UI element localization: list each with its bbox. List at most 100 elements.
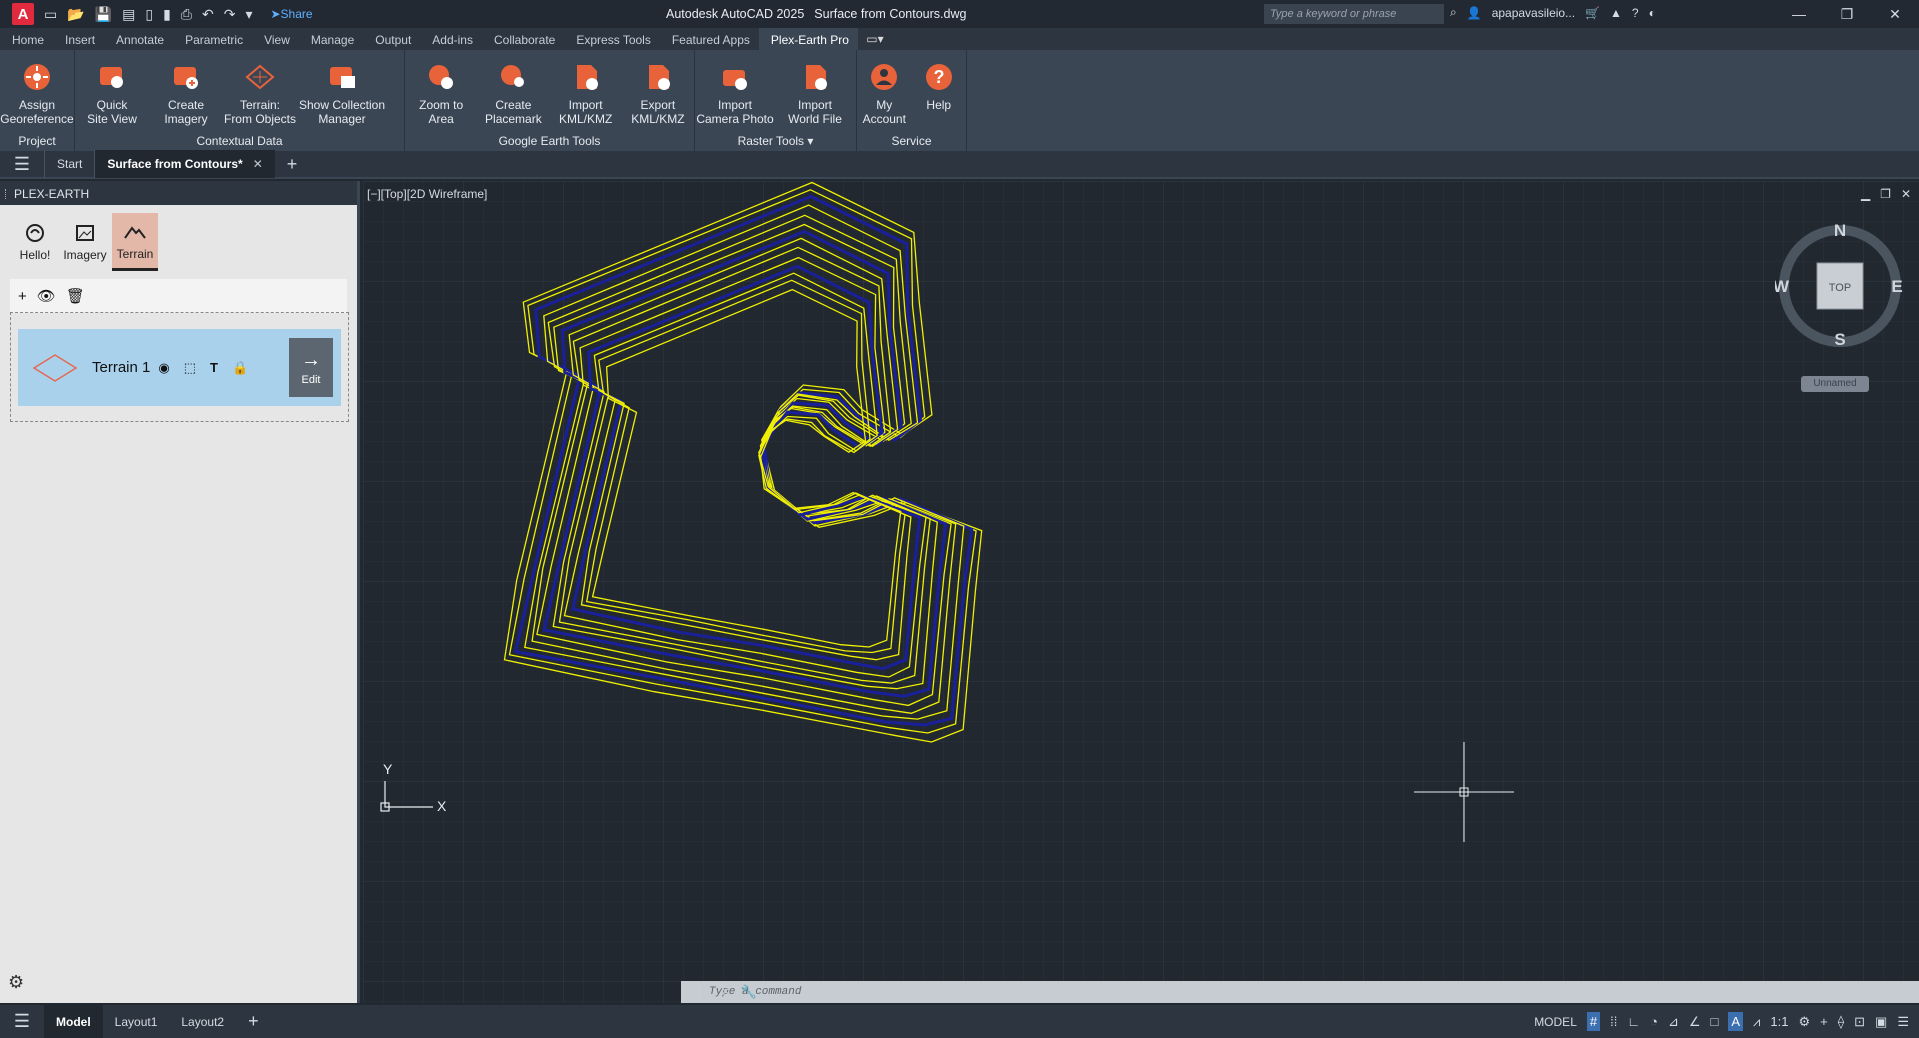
palette-tab-hello[interactable]: Hello!	[12, 213, 58, 271]
ribbon-options-icon[interactable]: ▭▾	[858, 28, 892, 50]
palette-tab-terrain[interactable]: Terrain	[112, 213, 158, 271]
search-input[interactable]: Type a keyword or phrase	[1264, 4, 1444, 24]
ribbon-tab-collaborate[interactable]: Collaborate	[482, 28, 564, 50]
eye-icon[interactable]: ◉	[158, 360, 169, 376]
user-name[interactable]: apapavasileio...	[1492, 6, 1575, 20]
import-kml-button[interactable]: Import KML/KMZ	[550, 50, 622, 131]
import-camera-photo-button[interactable]: Import Camera Photo	[695, 50, 775, 131]
compass-n[interactable]: N	[1834, 221, 1846, 240]
layout-menu-icon[interactable]: ☰	[0, 1011, 44, 1032]
plot-icon[interactable]: ▮	[163, 6, 171, 23]
export-kml-button[interactable]: Export KML/KMZ	[622, 50, 694, 131]
workspace-gear-icon[interactable]: ⚙	[1798, 1014, 1810, 1030]
minimize-icon[interactable]: —	[1775, 0, 1823, 28]
compass-e[interactable]: E	[1891, 277, 1902, 296]
settings-gear-icon[interactable]: ⚙	[8, 972, 24, 993]
ribbon-tab-output[interactable]: Output	[363, 28, 420, 50]
annotation-visibility-icon[interactable]: A	[1728, 1012, 1744, 1031]
ribbon-tab-express-tools[interactable]: Express Tools	[564, 28, 659, 50]
drawing-viewport[interactable]: Y X [−][Top][2D Wireframe] ▁ ❐ ✕ TOP N S…	[363, 181, 1919, 1003]
lock-icon[interactable]: 🔒	[232, 360, 248, 376]
open-icon[interactable]: 📂	[67, 6, 84, 23]
save-icon[interactable]: 💾	[95, 6, 112, 23]
vp-restore-icon[interactable]: ❐	[1880, 187, 1891, 201]
search-icon[interactable]: ⌕	[1450, 5, 1457, 20]
ucs-dropdown[interactable]: Unnamed	[1801, 376, 1869, 392]
ortho-icon[interactable]: ∟	[1627, 1014, 1640, 1029]
ribbon-tab-view[interactable]: View	[252, 28, 299, 50]
add-icon[interactable]: +	[18, 288, 27, 305]
new-icon[interactable]: ▭	[44, 6, 57, 23]
share-button[interactable]: ➤Share	[270, 7, 312, 21]
command-close-icon[interactable]: ✕	[720, 984, 731, 1000]
polar-icon[interactable]: ◔	[1650, 1014, 1658, 1029]
units-icon[interactable]: ⟠	[1838, 1014, 1844, 1030]
selection-cycling-icon[interactable]: □	[1711, 1014, 1719, 1029]
ribbon-tab-insert[interactable]: Insert	[53, 28, 104, 50]
annotation-monitor-icon[interactable]: +	[1820, 1014, 1828, 1029]
command-customize-icon[interactable]: 🔧	[741, 984, 757, 1000]
ribbon-tab-annotate[interactable]: Annotate	[104, 28, 173, 50]
ribbon-tab-add-ins[interactable]: Add-ins	[420, 28, 482, 50]
hamburger-menu-icon[interactable]: ☰	[0, 154, 44, 175]
customization-icon[interactable]: ☰	[1897, 1014, 1909, 1030]
cart-icon[interactable]: 🛒	[1585, 6, 1600, 20]
isolate-objects-icon[interactable]: ▣	[1875, 1014, 1887, 1030]
open-web-icon[interactable]: ▯	[145, 6, 153, 23]
layout-tab-layout1[interactable]: Layout1	[103, 1005, 170, 1038]
vp-minimize-icon[interactable]: ▁	[1861, 187, 1870, 201]
import-world-file-button[interactable]: Import World File	[775, 50, 855, 131]
autodesk-icon[interactable]: ▲	[1610, 6, 1622, 20]
delete-icon[interactable]: 🗑	[66, 287, 85, 305]
terrain-from-objects-button[interactable]: Terrain: From Objects	[223, 50, 297, 131]
compass-s[interactable]: S	[1834, 330, 1845, 349]
grid-icon[interactable]: #	[1586, 1012, 1601, 1031]
undo-icon[interactable]: ↶	[202, 6, 214, 23]
annotation-scale[interactable]: 1:1	[1770, 1014, 1788, 1029]
print-icon[interactable]: ⎙	[181, 6, 192, 23]
viewport-controls-label[interactable]: [−][Top][2D Wireframe]	[367, 187, 487, 201]
command-line[interactable]: Type a command ▲	[681, 981, 1919, 1003]
autocad-logo-icon[interactable]: A	[12, 3, 34, 25]
add-layout-icon[interactable]: +	[236, 1005, 271, 1038]
vp-close-icon[interactable]: ✕	[1901, 187, 1911, 201]
save-as-icon[interactable]: ▤	[122, 6, 135, 23]
zoom-to-area-button[interactable]: Zoom to Area	[405, 50, 477, 131]
my-account-button[interactable]: My Account	[857, 50, 912, 131]
compass-w[interactable]: W	[1775, 277, 1790, 296]
show-collection-manager-button[interactable]: Show Collection Manager	[297, 50, 387, 131]
help-icon[interactable]: ?	[1632, 6, 1639, 20]
command-grip-icon[interactable]: ⋮	[697, 984, 710, 1000]
restore-icon[interactable]: ❐	[1823, 0, 1871, 28]
help-button[interactable]: ? Help	[912, 50, 967, 131]
redo-icon[interactable]: ↷	[224, 6, 236, 23]
terrain-item[interactable]: Terrain 1 ◉ ⬚ T 🔒 → Edit	[18, 329, 341, 406]
new-tab-icon[interactable]: +	[275, 154, 310, 175]
model-space-toggle[interactable]: MODEL	[1534, 1015, 1577, 1029]
user-icon[interactable]: 👤	[1467, 6, 1482, 20]
edit-button[interactable]: → Edit	[289, 338, 333, 397]
tab-start[interactable]: Start	[44, 150, 94, 178]
osnap-icon[interactable]: ⊿	[1668, 1014, 1679, 1030]
layout-tab-model[interactable]: Model	[44, 1005, 103, 1038]
text-icon[interactable]: T	[210, 360, 218, 375]
ribbon-tab-parametric[interactable]: Parametric	[173, 28, 252, 50]
quick-site-view-button[interactable]: Quick Site View	[75, 50, 149, 131]
assign-georeference-button[interactable]: Assign Georeference	[0, 50, 74, 131]
zoom-extents-icon[interactable]: ⬚	[184, 360, 196, 376]
ribbon-tab-featured-apps[interactable]: Featured Apps	[660, 28, 759, 50]
palette-tab-imagery[interactable]: Imagery	[62, 213, 108, 271]
layout-tab-layout2[interactable]: Layout2	[169, 1005, 236, 1038]
quick-properties-icon[interactable]: ⊡	[1854, 1014, 1865, 1030]
create-imagery-button[interactable]: Create Imagery	[149, 50, 223, 131]
visibility-icon[interactable]: 👁	[37, 287, 56, 305]
snap-icon[interactable]: ⁞⁞	[1610, 1014, 1617, 1029]
create-placemark-button[interactable]: Create Placemark	[477, 50, 549, 131]
panel-title-raster[interactable]: Raster Tools ▾	[695, 131, 856, 151]
otrack-icon[interactable]: ∠	[1689, 1014, 1701, 1030]
qat-dropdown-icon[interactable]: ▾	[245, 6, 252, 23]
viewcube[interactable]: TOP N S E W	[1775, 221, 1905, 351]
close-icon[interactable]: ✕	[1871, 0, 1919, 28]
tab-active-document[interactable]: Surface from Contours* ✕	[94, 150, 275, 178]
ribbon-tab-plex-earth-pro[interactable]: Plex-Earth Pro	[758, 28, 858, 50]
